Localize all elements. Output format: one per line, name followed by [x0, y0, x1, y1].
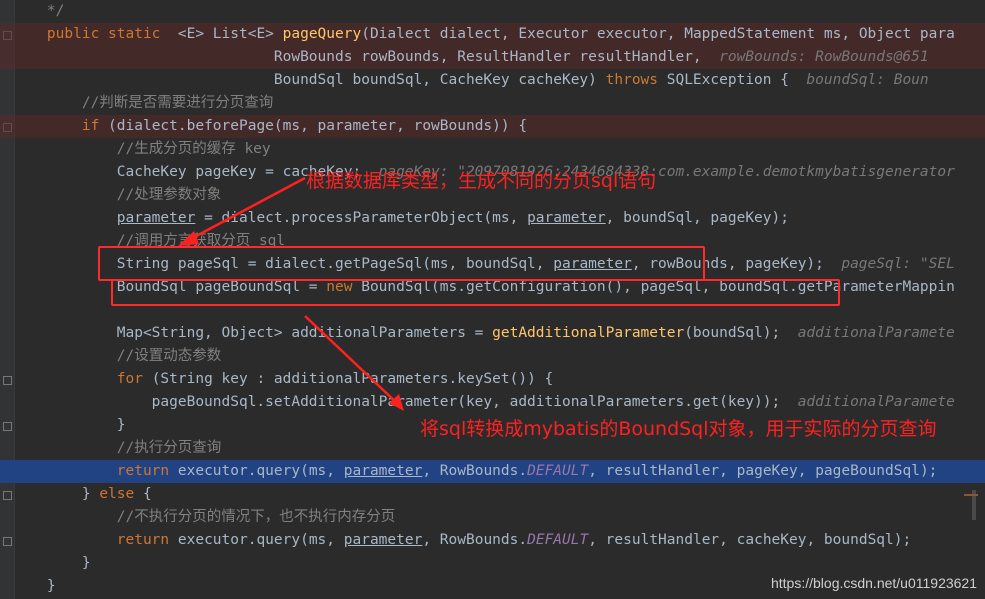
- annotation-arrows: [178, 176, 404, 411]
- arrow-line-2: [304, 315, 399, 405]
- annotation-note-boundsql: 将sql转换成mybatis的BoundSql对象，用于实际的分页查询: [420, 418, 937, 440]
- arrow-line-1: [184, 176, 306, 244]
- arrow-head-1: [178, 231, 199, 246]
- annotation-note-pagesql: 根据数据库类型，生成不同的分页sql语句: [306, 170, 657, 192]
- watermark: https://blog.csdn.net/u011923621: [770, 575, 977, 591]
